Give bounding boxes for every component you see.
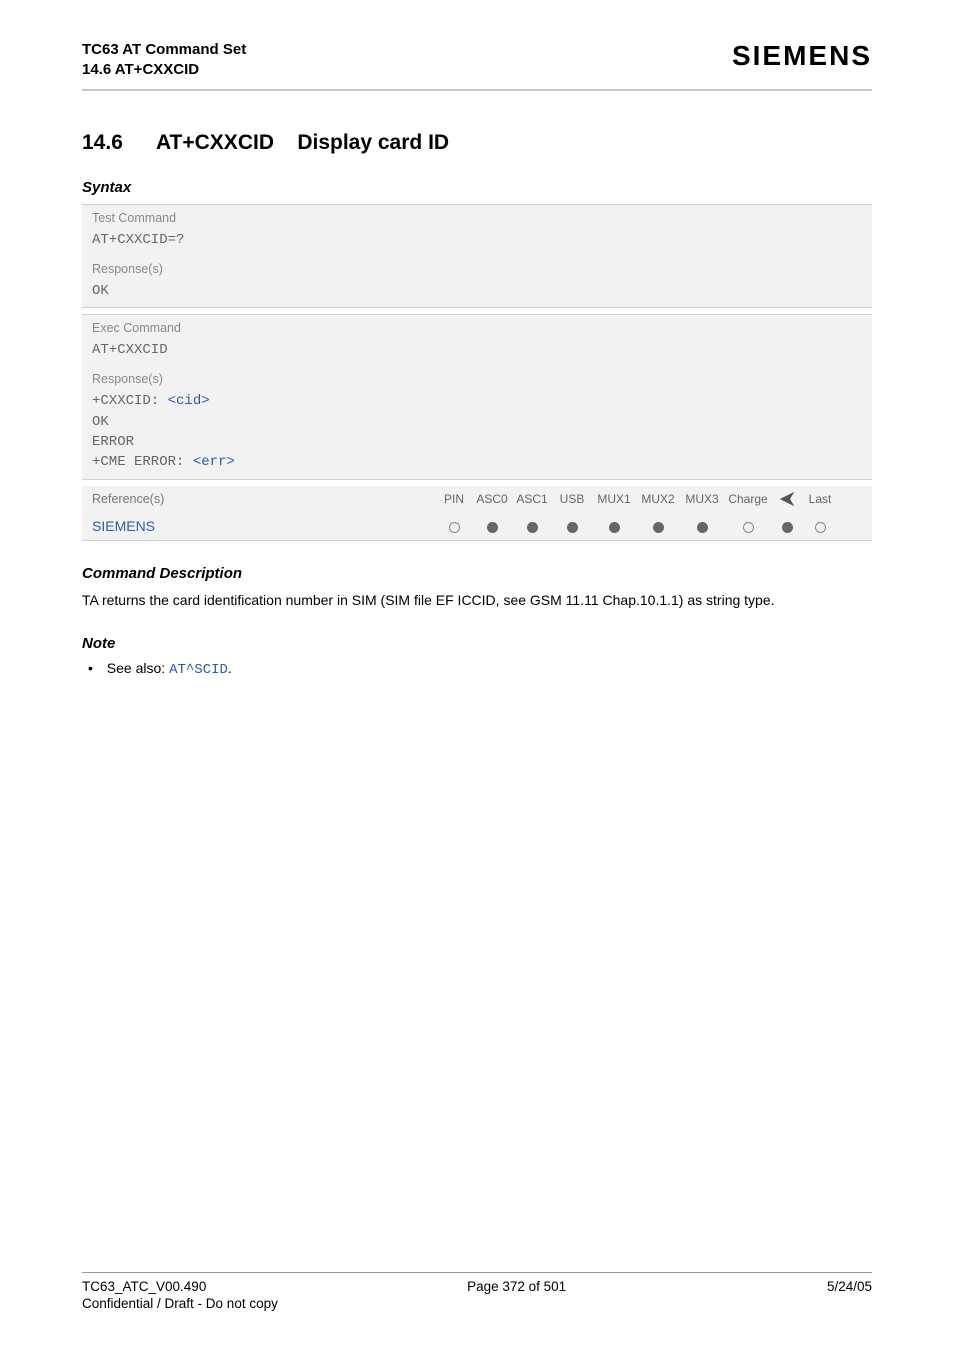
- circle-open-icon: [449, 522, 460, 533]
- circle-fill-icon: [567, 522, 578, 533]
- exec-resp-ok: OK: [92, 414, 109, 430]
- section-number: 14.6: [82, 131, 123, 154]
- circle-fill-icon: [653, 522, 664, 533]
- footer-divider: [82, 1272, 872, 1273]
- syntax-heading: Syntax: [82, 179, 872, 196]
- circle-fill-icon: [487, 522, 498, 533]
- circle-fill-icon: [527, 522, 538, 533]
- test-resp: OK: [82, 279, 872, 307]
- val-last: [802, 519, 838, 533]
- test-resp-label: Response(s): [82, 256, 872, 279]
- exec-resp-prefix: +CXXCID:: [92, 393, 168, 409]
- col-mux1: MUX1: [592, 486, 636, 512]
- val-air: [772, 519, 802, 533]
- command-description-heading: Command Description: [82, 565, 872, 582]
- exec-resp-cme-param: <err>: [193, 454, 235, 470]
- exec-resp-err: ERROR: [92, 434, 134, 450]
- col-pin: PIN: [436, 486, 472, 512]
- test-cmd-label: Test Command: [82, 205, 872, 228]
- val-charge: [724, 519, 772, 533]
- footer-date: 5/24/05: [827, 1279, 872, 1294]
- val-mux1: [592, 519, 636, 533]
- reference-data-row: SIEMENS: [82, 512, 872, 541]
- doc-title: TC63 AT Command Set: [82, 40, 246, 60]
- footer-page: Page 372 of 501: [467, 1279, 566, 1294]
- footer-version: TC63_ATC_V00.490: [82, 1279, 206, 1294]
- val-mux3: [680, 519, 724, 533]
- references-label: Reference(s): [82, 486, 436, 512]
- section-command: AT+CXXCID: [156, 131, 274, 154]
- test-cmd: AT+CXXCID=?: [82, 228, 872, 256]
- val-usb: [552, 519, 592, 533]
- footer-confidential: Confidential / Draft - Do not copy: [82, 1296, 872, 1311]
- exec-cmd: AT+CXXCID: [82, 338, 872, 366]
- val-asc0: [472, 519, 512, 533]
- header-divider: [82, 89, 872, 91]
- col-mux3: MUX3: [680, 486, 724, 512]
- brand-logo: SIEMENS: [732, 40, 872, 72]
- reference-value: SIEMENS: [82, 512, 436, 540]
- test-command-block: Test Command AT+CXXCID=? Response(s) OK: [82, 204, 872, 309]
- exec-resp-label: Response(s): [82, 366, 872, 389]
- note-item: • See also: AT^SCID.: [82, 660, 872, 678]
- circle-fill-icon: [782, 522, 793, 533]
- circle-open-icon: [743, 522, 754, 533]
- section-ref: 14.6 AT+CXXCID: [82, 60, 246, 80]
- section-heading: 14.6 AT+CXXCID Display card ID: [82, 131, 872, 155]
- col-last: Last: [802, 486, 838, 512]
- val-pin: [436, 519, 472, 533]
- exec-command-block: Exec Command AT+CXXCID Response(s) +CXXC…: [82, 314, 872, 479]
- col-asc1: ASC1: [512, 486, 552, 512]
- col-usb: USB: [552, 486, 592, 512]
- col-charge: Charge: [724, 486, 772, 512]
- exec-cmd-label: Exec Command: [82, 315, 872, 338]
- reference-header-row: Reference(s) PIN ASC0 ASC1 USB MUX1 MUX2…: [82, 486, 872, 513]
- circle-fill-icon: [697, 522, 708, 533]
- note-suffix: .: [228, 660, 232, 676]
- airplane-icon: [772, 486, 802, 513]
- page-header: TC63 AT Command Set 14.6 AT+CXXCID SIEME…: [82, 40, 872, 81]
- exec-resp-cme-prefix: +CME ERROR:: [92, 454, 193, 470]
- col-mux2: MUX2: [636, 486, 680, 512]
- val-mux2: [636, 519, 680, 533]
- page-footer: TC63_ATC_V00.490 Page 372 of 501 5/24/05…: [82, 1272, 872, 1311]
- note-prefix: See also:: [107, 660, 169, 676]
- command-description-text: TA returns the card identification numbe…: [82, 590, 872, 610]
- bullet-icon: •: [88, 660, 93, 676]
- header-left: TC63 AT Command Set 14.6 AT+CXXCID: [82, 40, 246, 81]
- exec-resp: +CXXCID: <cid> OK ERROR +CME ERROR: <err…: [82, 389, 872, 478]
- val-asc1: [512, 519, 552, 533]
- note-link[interactable]: AT^SCID: [169, 662, 228, 678]
- exec-resp-param: <cid>: [168, 393, 210, 409]
- circle-fill-icon: [609, 522, 620, 533]
- section-title-text: Display card ID: [297, 131, 449, 154]
- col-asc0: ASC0: [472, 486, 512, 512]
- ref-values: [436, 519, 838, 533]
- note-heading: Note: [82, 635, 872, 652]
- circle-open-icon: [815, 522, 826, 533]
- ref-columns: PIN ASC0 ASC1 USB MUX1 MUX2 MUX3 Charge …: [436, 486, 838, 513]
